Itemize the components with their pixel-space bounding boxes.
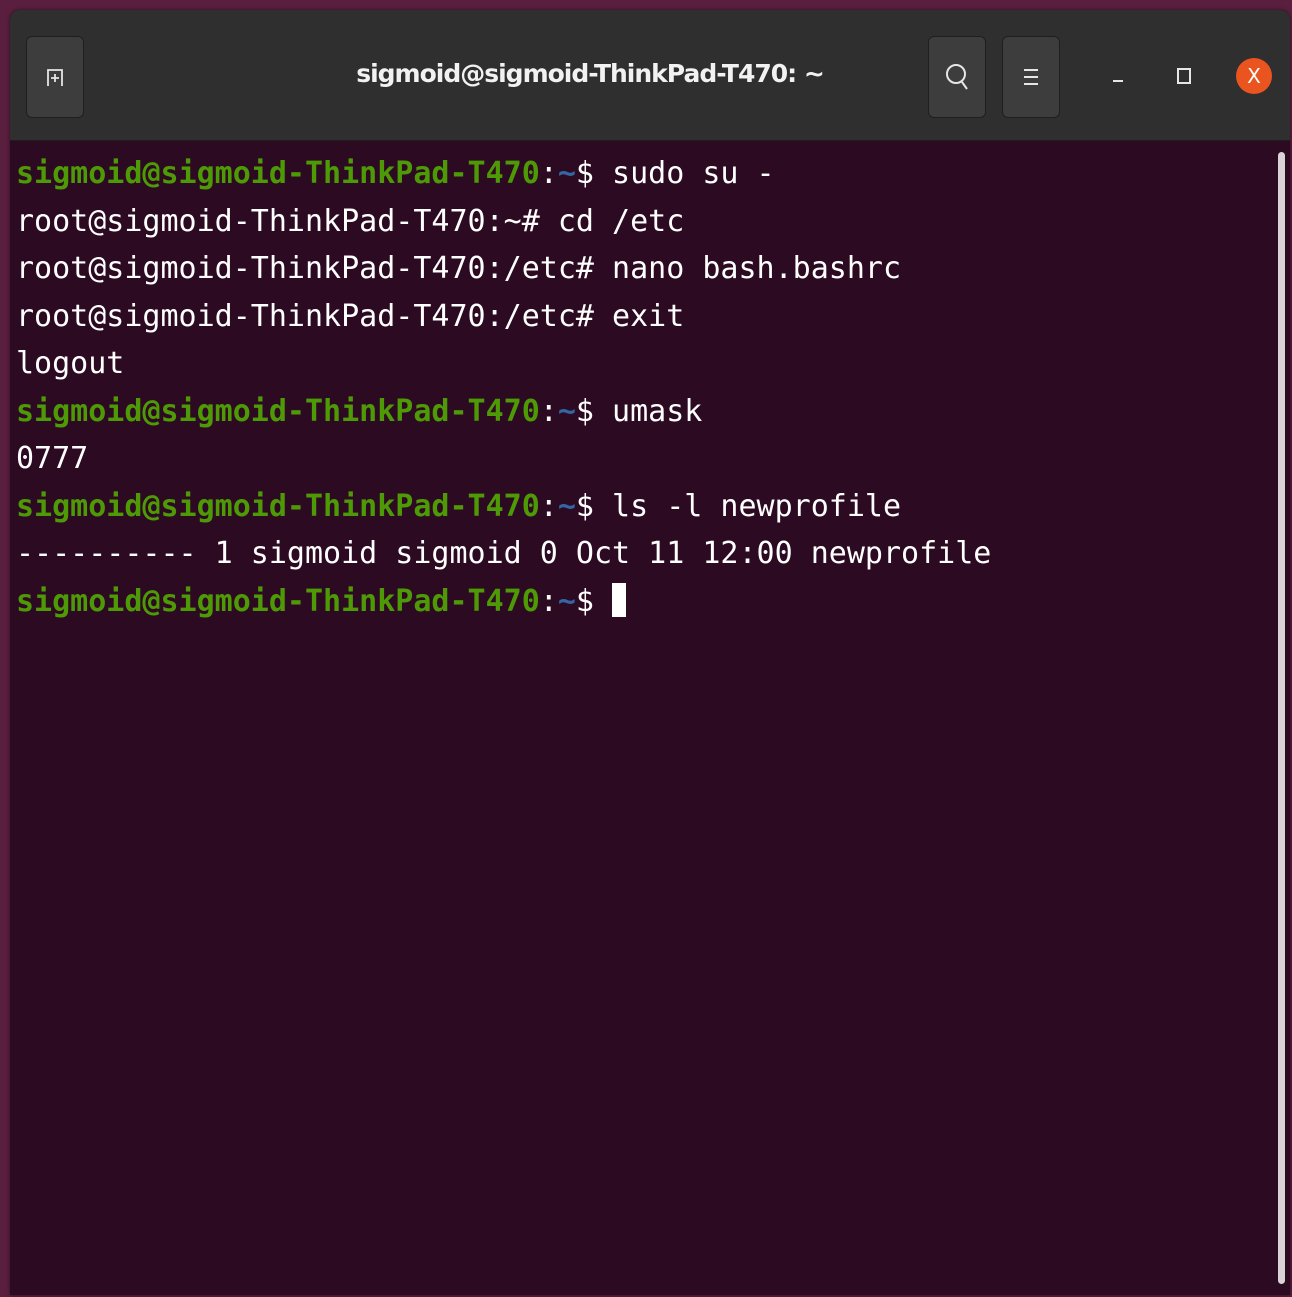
search-icon <box>946 64 968 90</box>
terminal-window: sigmoid@sigmoid-ThinkPad-T470: ~ X sigmo… <box>10 10 1290 1295</box>
minimize-button[interactable] <box>1100 58 1136 94</box>
terminal-line: root@sigmoid-ThinkPad-T470:/etc# nano ba… <box>16 251 902 286</box>
terminal-output[interactable]: sigmoid@sigmoid-ThinkPad-T470:~$ sudo su… <box>16 150 1266 1280</box>
text-cursor <box>612 582 627 617</box>
title-bar: sigmoid@sigmoid-ThinkPad-T470: ~ X <box>10 10 1290 141</box>
terminal-line: ---------- 1 sigmoid sigmoid 0 Oct 11 12… <box>16 536 992 571</box>
hamburger-menu-icon <box>1024 69 1038 85</box>
terminal-prompt-line: sigmoid@sigmoid-ThinkPad-T470:~$ <box>16 578 1266 626</box>
minimize-icon <box>1113 80 1123 82</box>
search-button[interactable] <box>928 36 986 118</box>
terminal-line: sigmoid@sigmoid-ThinkPad-T470:~$ ls -l n… <box>16 488 902 524</box>
window-title: sigmoid@sigmoid-ThinkPad-T470: ~ <box>356 59 825 88</box>
terminal-line: sigmoid@sigmoid-ThinkPad-T470:~$ sudo su… <box>16 156 775 191</box>
close-icon: X <box>1247 64 1261 88</box>
terminal-line: root@sigmoid-ThinkPad-T470:/etc# exit <box>16 298 685 334</box>
menu-button[interactable] <box>1002 36 1060 118</box>
terminal-line: logout <box>16 346 125 381</box>
maximize-icon <box>1177 68 1191 84</box>
close-button[interactable]: X <box>1236 58 1272 94</box>
new-tab-button[interactable] <box>26 36 84 118</box>
scrollbar[interactable] <box>1278 152 1285 1284</box>
maximize-button[interactable] <box>1166 58 1202 94</box>
terminal-line: sigmoid@sigmoid-ThinkPad-T470:~$ umask <box>16 393 703 429</box>
terminal-line: root@sigmoid-ThinkPad-T470:~# cd /etc <box>16 203 685 239</box>
terminal-line: 0777 <box>16 441 89 476</box>
new-tab-icon <box>47 69 63 86</box>
